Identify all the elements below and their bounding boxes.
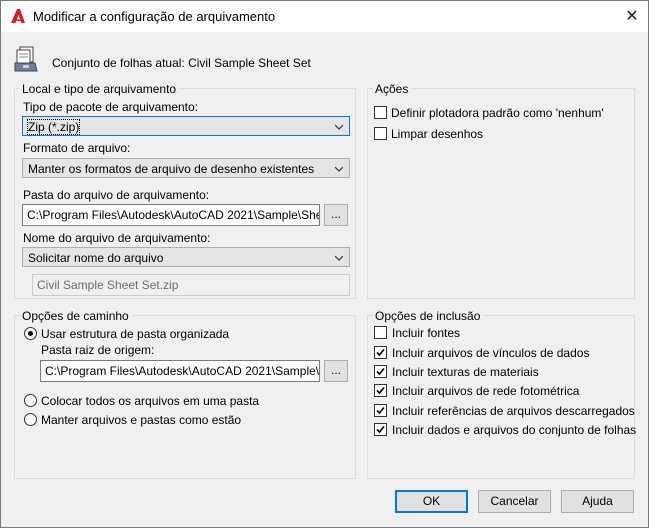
include-unloaded-xrefs-label: Incluir referências de arquivos descarre… (392, 404, 635, 418)
checkmark-icon (376, 425, 385, 434)
archive-folder-label: Pasta do arquivo de arquivamento: (23, 188, 210, 202)
include-material-textures-checkbox[interactable] (374, 365, 387, 378)
include-data-links-checkbox[interactable] (374, 346, 387, 359)
include-photometric-web-checkbox[interactable] (374, 384, 387, 397)
include-fonts-checkbox[interactable] (374, 326, 387, 339)
include-photometric-web-label: Incluir arquivos de rede fotométrica (392, 384, 580, 398)
archive-filename-label: Nome do arquivo de arquivamento: (23, 231, 211, 245)
cancel-button[interactable]: Cancelar (478, 490, 551, 513)
current-sheet-set-label: Conjunto de folhas atual: Civil Sample S… (52, 56, 311, 70)
archive-filename-value: Civil Sample Sheet Set.zip (37, 278, 179, 292)
archive-filename-mode-select[interactable]: Solicitar nome do arquivo (22, 247, 350, 267)
file-format-label: Formato de arquivo: (23, 141, 131, 155)
checkmark-icon (376, 367, 385, 376)
path-options-group-title: Opções de caminho (20, 309, 131, 323)
single-folder-radio[interactable] (24, 394, 37, 407)
archive-folder-input[interactable]: C:\Program Files\Autodesk\AutoCAD 2021\S… (22, 204, 320, 226)
archive-filename-mode-value: Solicitar nome do arquivo (28, 251, 164, 265)
autocad-logo-icon (11, 9, 25, 23)
chevron-down-icon (335, 255, 343, 261)
title-bar: Modificar a configuração de arquivamento… (1, 1, 648, 32)
chevron-down-icon (335, 166, 343, 172)
archive-folder-value: C:\Program Files\Autodesk\AutoCAD 2021\S… (27, 208, 320, 222)
sheet-set-icon (14, 46, 38, 72)
package-type-label: Tipo de pacote de arquivamento: (23, 100, 199, 114)
chevron-down-icon (335, 124, 343, 130)
checkmark-icon (376, 348, 385, 357)
archive-settings-dialog: Modificar a configuração de arquivamento… (0, 0, 649, 528)
single-folder-label: Colocar todos os arquivos em uma pasta (41, 394, 260, 408)
archive-filename-input: Civil Sample Sheet Set.zip (32, 274, 350, 296)
browse-root-folder-button[interactable]: ... (324, 360, 348, 382)
include-material-textures-label: Incluir texturas de materiais (392, 365, 539, 379)
close-icon: ✕ (625, 8, 639, 25)
source-root-folder-label: Pasta raiz de origem: (41, 343, 155, 357)
package-type-value: Zip (*.zip) (26, 119, 81, 135)
browse-archive-folder-button[interactable]: ... (324, 204, 348, 226)
checkmark-icon (376, 406, 385, 415)
ok-button[interactable]: OK (395, 490, 468, 513)
include-fonts-label: Incluir fontes (392, 326, 461, 340)
keep-structure-radio[interactable] (24, 413, 37, 426)
include-sheet-set-data-label: Incluir dados e arquivos do conjunto de … (392, 423, 637, 437)
purge-drawings-label: Limpar desenhos (391, 127, 484, 141)
actions-group-title: Ações (373, 82, 411, 96)
package-type-select[interactable]: Zip (*.zip) (22, 116, 350, 136)
file-format-select[interactable]: Manter os formatos de arquivo de desenho… (22, 158, 350, 178)
organized-folder-label: Usar estrutura de pasta organizada (41, 327, 230, 341)
include-unloaded-xrefs-checkbox[interactable] (374, 404, 387, 417)
set-plotter-none-label: Definir plotadora padrão como 'nenhum' (391, 106, 604, 120)
keep-structure-label: Manter arquivos e pastas como estão (41, 413, 242, 427)
help-button[interactable]: Ajuda (561, 490, 634, 513)
source-root-folder-value: C:\Program Files\Autodesk\AutoCAD 2021\S… (45, 364, 320, 378)
location-type-group-title: Local e tipo de arquivamento (20, 82, 179, 96)
close-button[interactable]: ✕ (616, 1, 648, 32)
set-plotter-none-checkbox[interactable] (374, 106, 387, 119)
window-title: Modificar a configuração de arquivamento (33, 9, 276, 24)
checkmark-icon (376, 386, 385, 395)
include-sheet-set-data-checkbox[interactable] (374, 423, 387, 436)
include-options-group-title: Opções de inclusão (373, 309, 483, 323)
include-data-links-label: Incluir arquivos de vínculos de dados (392, 346, 590, 360)
source-root-folder-input[interactable]: C:\Program Files\Autodesk\AutoCAD 2021\S… (40, 360, 320, 382)
organized-folder-radio[interactable] (24, 327, 37, 340)
file-format-value: Manter os formatos de arquivo de desenho… (28, 162, 315, 176)
purge-drawings-checkbox[interactable] (374, 127, 387, 140)
